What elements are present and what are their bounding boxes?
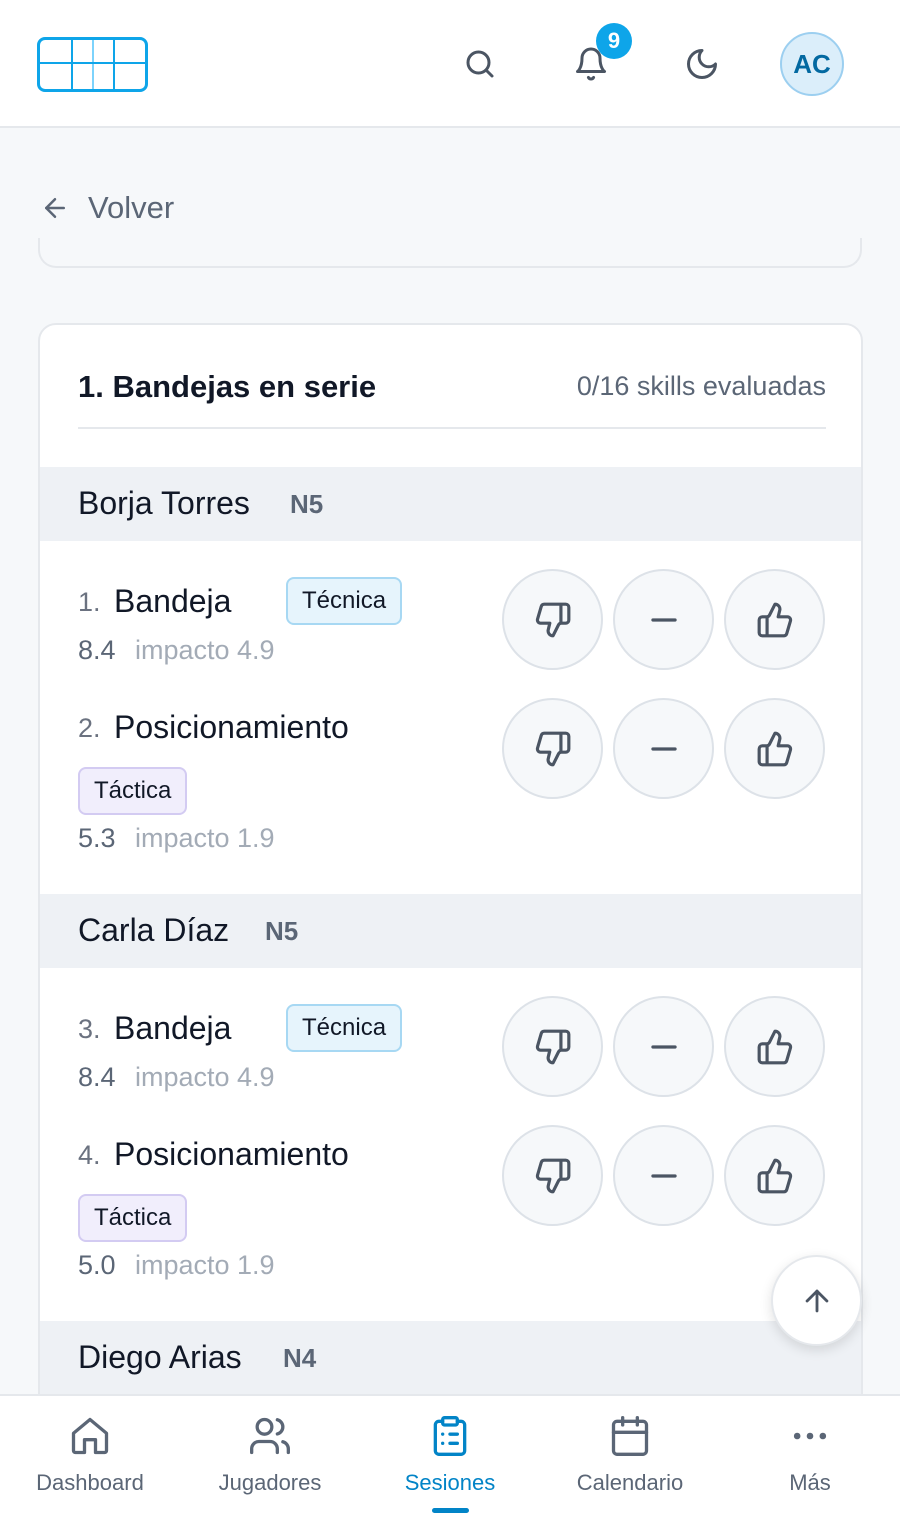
clipboard-list-icon (433, 1416, 467, 1456)
thumbs-up-icon (757, 731, 792, 766)
skill-name: Bandeja (114, 1010, 232, 1046)
neutral-button[interactable] (613, 996, 714, 1097)
thumbs-up-icon (757, 1029, 792, 1064)
calendar-icon (611, 1416, 649, 1456)
skills-progress: 0/16 skills evaluadas (576, 371, 826, 401)
thumbs-up-button[interactable] (724, 996, 825, 1097)
nav-label: Más (789, 1470, 831, 1495)
back-link[interactable]: Volver (40, 186, 174, 230)
skill-impact: impacto 4.9 (135, 635, 275, 665)
session-card-header: 1. Bandejas en serie 0/16 skills evaluad… (78, 365, 826, 429)
session-title: 1. Bandejas en serie (78, 369, 377, 404)
skill-number: 2. (78, 713, 101, 743)
search-icon[interactable] (456, 40, 504, 88)
thumbs-down-icon (535, 1029, 570, 1064)
thumbs-up-button[interactable] (724, 569, 825, 670)
thumbs-down-icon (535, 1158, 570, 1193)
player-header: Carla Díaz N5 (40, 894, 861, 968)
player-level: N5 (265, 916, 299, 946)
skill-tag-tactica: Táctica (78, 767, 188, 815)
player-level: N4 (283, 1343, 317, 1373)
top-bar: 9 AC (0, 0, 900, 128)
minus-icon (650, 746, 677, 751)
skill-number: 4. (78, 1140, 101, 1170)
minus-icon (650, 617, 677, 622)
player-name: Carla Díaz (78, 912, 230, 948)
skill-score: 8.4 (78, 1062, 116, 1092)
minus-icon (650, 1044, 677, 1049)
scroll-to-top-button[interactable] (771, 1255, 862, 1346)
thumbs-down-button[interactable] (502, 996, 603, 1097)
player-level: N5 (290, 489, 324, 519)
skill-score: 5.3 (78, 823, 116, 853)
skill-impact: impacto 4.9 (135, 1062, 275, 1092)
nav-item-calendario[interactable]: Calendario (540, 1414, 720, 1524)
skill-score: 8.4 (78, 635, 116, 665)
player-header: Diego Arias N4 (40, 1321, 861, 1395)
thumbs-down-icon (535, 602, 570, 637)
skill-name: Posicionamiento (114, 709, 349, 745)
skill-item: 4. Posicionamiento Táctica 5.0 impacto 1… (78, 1128, 498, 1288)
nav-item-dashboard[interactable]: Dashboard (0, 1414, 180, 1524)
notification-badge: 9 (596, 23, 632, 59)
thumbs-up-button[interactable] (724, 698, 825, 799)
player-header: Borja Torres N5 (40, 467, 861, 541)
more-dots-icon (793, 1432, 827, 1440)
nav-label: Jugadores (218, 1470, 322, 1495)
thumbs-down-button[interactable] (502, 1125, 603, 1226)
thumbs-up-button[interactable] (724, 1125, 825, 1226)
thumbs-down-button[interactable] (502, 569, 603, 670)
back-label: Volver (88, 190, 175, 225)
nav-label: Dashboard (36, 1470, 144, 1495)
skill-item: 3. Bandeja Técnica 8.4 impacto 4.9 (78, 1002, 498, 1102)
nav-item-jugadores[interactable]: Jugadores (180, 1414, 360, 1524)
skill-impact: impacto 1.9 (135, 1250, 275, 1280)
skill-number: 3. (78, 1014, 101, 1044)
skill-impact: impacto 1.9 (135, 823, 275, 853)
neutral-button[interactable] (613, 569, 714, 670)
thumbs-up-icon (757, 1158, 792, 1193)
thumbs-down-button[interactable] (502, 698, 603, 799)
nav-label: Sesiones (404, 1470, 496, 1495)
neutral-button[interactable] (613, 698, 714, 799)
skill-name: Bandeja (114, 583, 232, 619)
arrow-up-icon (805, 1289, 828, 1312)
nav-label: Calendario (576, 1470, 684, 1495)
skill-tag-tecnica: Técnica (286, 577, 403, 625)
skill-tag-tactica: Táctica (78, 1194, 188, 1242)
session-card: 1. Bandejas en serie 0/16 skills evaluad… (38, 323, 863, 1413)
arrow-left-icon (45, 198, 65, 218)
neutral-button[interactable] (613, 1125, 714, 1226)
skill-item: 2. Posicionamiento Táctica 5.3 impacto 1… (78, 701, 498, 861)
active-nav-indicator (432, 1508, 469, 1513)
player-name: Borja Torres (78, 485, 250, 521)
skill-item: 1. Bandeja Técnica 8.4 impacto 4.9 (78, 575, 498, 675)
minus-icon (650, 1173, 677, 1178)
skill-score: 5.0 (78, 1250, 116, 1280)
users-icon (250, 1417, 290, 1455)
avatar[interactable]: AC (780, 32, 844, 96)
skill-tag-tecnica: Técnica (286, 1004, 403, 1052)
moon-icon[interactable] (678, 40, 726, 88)
player-name: Diego Arias (78, 1339, 242, 1375)
thumbs-up-icon (757, 602, 792, 637)
previous-card-edge (38, 238, 862, 268)
skill-name: Posicionamiento (114, 1136, 349, 1172)
skill-number: 1. (78, 587, 101, 617)
home-icon (71, 1417, 109, 1455)
app-logo[interactable] (37, 37, 148, 92)
nav-item-mas[interactable]: Más (720, 1414, 900, 1524)
thumbs-down-icon (535, 731, 570, 766)
